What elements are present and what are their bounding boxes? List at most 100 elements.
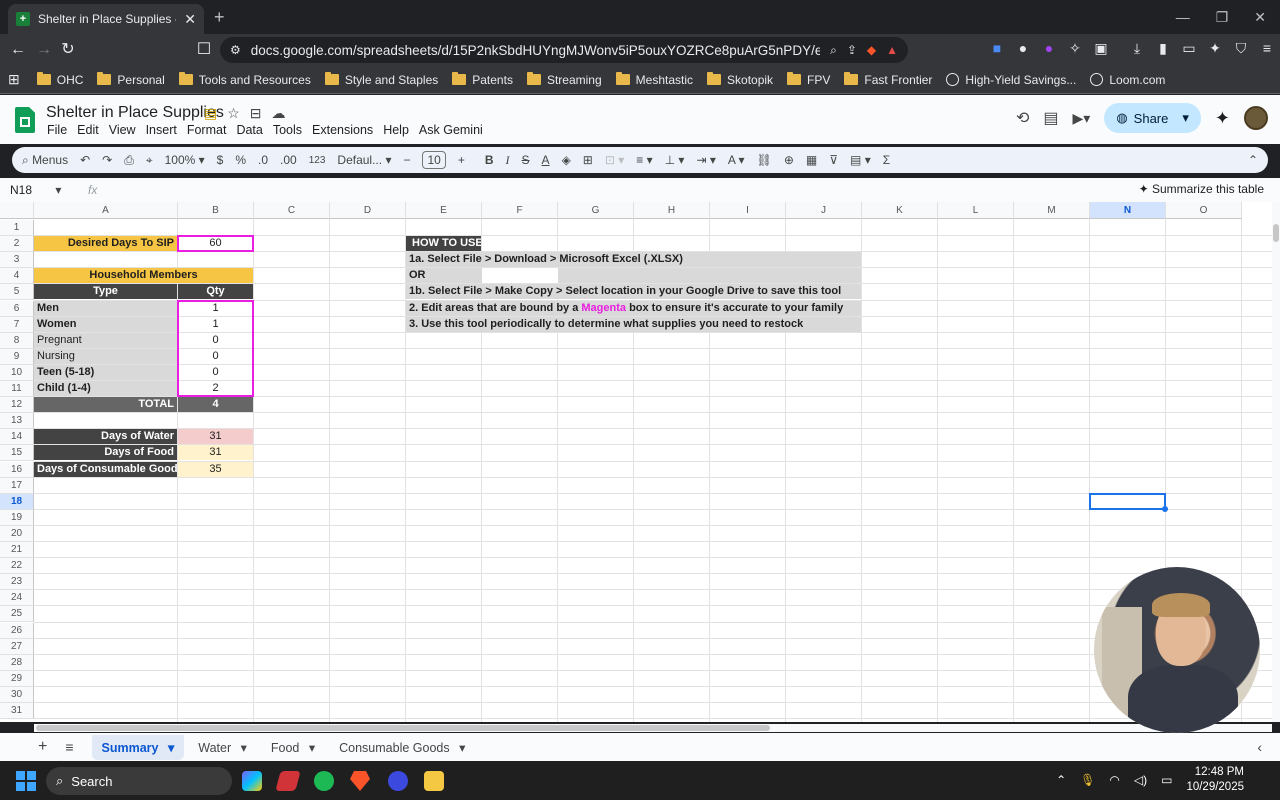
number-format[interactable]: 123 <box>309 155 326 166</box>
bookmark-page-icon[interactable]: ☐ <box>194 40 214 60</box>
row-header[interactable]: 14 <box>0 429 34 446</box>
version-history-icon[interactable]: ⟲ <box>1016 108 1029 128</box>
menu-icon[interactable]: ≡ <box>1258 40 1276 57</box>
insert-chart-icon[interactable]: ▦ <box>806 153 817 167</box>
row-header[interactable]: 7 <box>0 316 34 333</box>
spotify-icon[interactable] <box>314 771 334 791</box>
member-type[interactable]: Teen (5-18) <box>34 364 177 380</box>
column-header[interactable]: A <box>34 202 178 219</box>
bookmark-item[interactable]: FPV <box>780 72 837 87</box>
bookmark-item[interactable]: Streaming <box>520 72 609 87</box>
summarize-table-button[interactable]: ✦ Summarize this table <box>1139 182 1264 196</box>
column-header[interactable]: J <box>786 202 862 219</box>
menu-edit[interactable]: Edit <box>77 123 106 137</box>
how-to-step-3[interactable]: 3. Use this tool periodically to determi… <box>406 316 861 332</box>
start-icon[interactable] <box>16 771 36 791</box>
menu-file[interactable]: File <box>47 123 74 137</box>
meet-icon[interactable]: ▶▾ <box>1073 110 1091 127</box>
share-button[interactable]: ◍ Share ▾ <box>1104 103 1201 133</box>
file-explorer-icon[interactable] <box>424 771 444 791</box>
chevron-down-icon[interactable]: ▾ <box>1182 110 1189 126</box>
days-consumable-value[interactable]: 35 <box>178 461 253 477</box>
paint-format-icon[interactable]: ⌖ <box>146 153 153 168</box>
row-header[interactable]: 5 <box>0 284 34 301</box>
column-header[interactable]: N <box>1090 202 1166 219</box>
move-folder-icon[interactable]: ⊟ <box>250 105 262 122</box>
download-icon[interactable]: ⤓ <box>1128 40 1146 57</box>
text-wrap-icon[interactable]: ⇥ ▾ <box>696 153 715 167</box>
chevron-up-icon[interactable]: ⌃ <box>1056 773 1066 787</box>
reload-icon[interactable]: ↻ <box>58 40 78 60</box>
column-header[interactable]: C <box>254 202 330 219</box>
member-type[interactable]: Pregnant <box>34 332 177 348</box>
cloud-status-icon[interactable]: ☁ <box>272 105 286 122</box>
member-type[interactable]: Nursing <box>34 348 177 364</box>
row-header[interactable]: 20 <box>0 525 34 542</box>
days-consumable-label[interactable]: Days of Consumable Goods <box>34 461 177 477</box>
microphone-icon[interactable]: 🎙 <box>1080 773 1095 787</box>
text-color-icon[interactable]: A <box>542 153 550 167</box>
column-header[interactable]: L <box>938 202 1014 219</box>
add-sheet-icon[interactable]: + <box>38 738 47 756</box>
forward-icon[interactable]: → <box>34 40 54 60</box>
sheet-tab-water[interactable]: Water ▾ <box>188 735 257 760</box>
filter-views-icon[interactable]: ▤ ▾ <box>850 153 871 167</box>
zoom-search-icon[interactable]: ⌕ <box>830 43 837 58</box>
avatar[interactable] <box>1244 106 1268 130</box>
member-type[interactable]: Men <box>34 300 177 316</box>
column-header[interactable]: F <box>482 202 558 219</box>
household-header[interactable]: Household Members <box>34 268 253 284</box>
back-icon[interactable]: ← <box>8 40 28 60</box>
type-header[interactable]: Type <box>34 284 177 300</box>
sheet-tab-food[interactable]: Food ▾ <box>261 735 325 760</box>
star-icon[interactable]: ☆ <box>227 105 240 122</box>
leo-ai-icon[interactable]: ✦ <box>1206 40 1224 57</box>
redo-icon[interactable]: ↷ <box>102 153 112 167</box>
column-header[interactable]: H <box>634 202 710 219</box>
strikethrough-icon[interactable]: S <box>522 153 530 167</box>
vertical-align-icon[interactable]: ⊥ ▾ <box>665 153 685 167</box>
row-header[interactable]: 11 <box>0 381 34 398</box>
chevron-down-icon[interactable]: ▾ <box>165 741 174 755</box>
wifi-icon[interactable]: ◠ <box>1109 773 1119 787</box>
bookmark-item[interactable]: OHC <box>30 72 91 87</box>
row-header[interactable]: 24 <box>0 590 34 607</box>
menus-search[interactable]: ⌕ Menus <box>22 153 68 168</box>
how-to-step-1a[interactable]: 1a. Select File > Download > Microsoft E… <box>406 252 861 268</box>
brave-shield-icon[interactable]: ◆ <box>867 43 876 57</box>
zoom-select[interactable]: 100% ▾ <box>165 153 205 167</box>
menu-format[interactable]: Format <box>187 123 234 137</box>
row-header[interactable]: 16 <box>0 461 34 478</box>
undo-icon[interactable]: ↶ <box>80 153 90 167</box>
merge-cells-icon[interactable]: ⊡ ▾ <box>605 153 624 167</box>
chevron-down-icon[interactable]: ▾ <box>305 741 315 755</box>
apps-script-icon[interactable]: ▤ <box>204 105 217 122</box>
decrease-decimal[interactable]: .0 <box>258 153 268 167</box>
name-box[interactable]: N18 ▾ <box>0 183 76 197</box>
bold-icon[interactable]: B <box>485 153 494 167</box>
column-header[interactable]: I <box>710 202 786 219</box>
row-header[interactable]: 2 <box>0 236 34 253</box>
apps-grid-icon[interactable]: ⊞ <box>8 71 20 88</box>
italic-icon[interactable]: I <box>506 153 510 168</box>
row-header[interactable]: 8 <box>0 332 34 349</box>
desired-days-label[interactable]: Desired Days To SIP <box>34 236 177 252</box>
how-to-step-2[interactable]: 2. Edit areas that are bound by a Magent… <box>406 300 861 316</box>
column-header[interactable]: D <box>330 202 406 219</box>
horizontal-scroll-thumb[interactable] <box>36 725 770 731</box>
total-value[interactable]: 4 <box>178 397 253 413</box>
collapse-toolbar-icon[interactable]: ⌃ <box>1248 153 1258 167</box>
spreadsheet-grid[interactable]: A B C D E F G H I J K L M N O 1 2 3 4 5 6 7 8 9 10 11 12 13 14 15 16 17… <box>0 202 1272 722</box>
brave-rewards-icon[interactable]: ▲ <box>886 43 898 57</box>
row-header[interactable]: 29 <box>0 670 34 687</box>
site-info-icon[interactable]: ⚙ <box>230 43 241 57</box>
font-select[interactable]: Defaul... ▾ <box>337 153 391 167</box>
bookmark-item[interactable]: Patents <box>445 72 520 87</box>
volume-icon[interactable]: ◁) <box>1134 773 1147 787</box>
member-type[interactable]: Child (1-4) <box>34 381 177 397</box>
row-header[interactable]: 13 <box>0 413 34 430</box>
chevron-down-icon[interactable]: ▾ <box>456 741 465 755</box>
how-to-step-1b[interactable]: 1b. Select File > Make Copy > Select loc… <box>406 284 861 300</box>
bookmark-item[interactable]: Meshtastic <box>609 72 700 87</box>
bookmark-item[interactable]: Fast Frontier <box>837 72 939 87</box>
